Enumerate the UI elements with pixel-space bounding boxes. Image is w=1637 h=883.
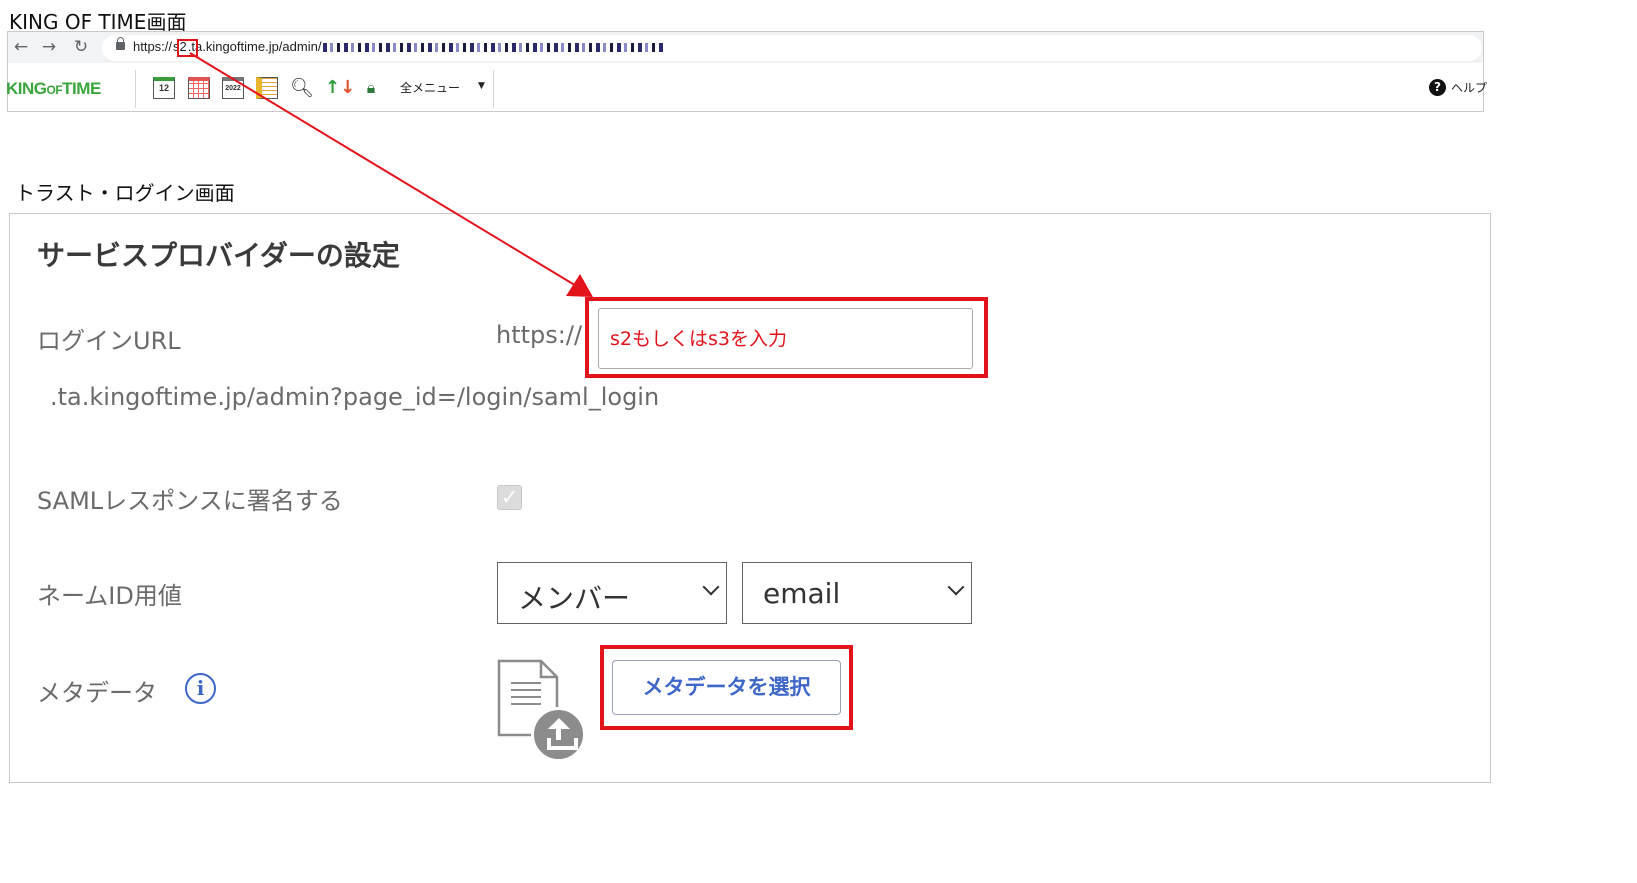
- chevron-down-icon: [702, 578, 720, 596]
- input-highlight-box: [585, 297, 988, 378]
- login-url-label: ログインURL: [37, 327, 181, 355]
- login-url-suffix: .ta.kingoftime.jp/admin?page_id=/login/s…: [50, 383, 660, 411]
- calendar-2022-icon[interactable]: 2022: [222, 77, 244, 99]
- chevron-down-icon: [947, 578, 965, 596]
- kot-toolbar: KINGOFTIME 12 2022 🔍︎ ↑↓ 🔒︎ 全メニュー ▼ ? ヘル…: [6, 65, 1487, 112]
- calendar-grid-icon[interactable]: [188, 77, 210, 99]
- lock-icon: [116, 37, 125, 50]
- sheet-icon[interactable]: [256, 77, 278, 99]
- info-icon[interactable]: i: [185, 673, 216, 704]
- help-icon[interactable]: ?: [1429, 79, 1446, 96]
- address-bar: ← → ↻ https://s2.ta.kingoftime.jp/admin/: [8, 32, 1483, 63]
- logo-time: TIME: [62, 79, 101, 98]
- calendar-12-icon[interactable]: 12: [153, 77, 175, 99]
- redacted-url-part: [323, 43, 664, 53]
- toolbar-divider: [135, 70, 136, 108]
- url-text: https://s2.ta.kingoftime.jp/admin/: [133, 39, 664, 54]
- upload-arrow-stem: [556, 726, 561, 740]
- name-id-type-select[interactable]: メンバー: [497, 562, 727, 624]
- select-value: メンバー: [518, 582, 631, 615]
- subdomain-highlight-box: [177, 39, 198, 57]
- toolbar-divider: [493, 70, 494, 108]
- button-highlight-box: [600, 645, 853, 730]
- browser-window: ← → ↻ https://s2.ta.kingoftime.jp/admin/…: [6, 31, 1487, 112]
- trust-login-caption: トラスト・ログイン画面: [15, 181, 235, 205]
- help-link[interactable]: ヘルプ: [1451, 79, 1487, 96]
- logo-of: OF: [46, 83, 63, 97]
- transfer-arrows-icon[interactable]: ↑↓: [325, 77, 355, 99]
- name-id-field-select[interactable]: email: [742, 562, 972, 624]
- search-person-icon[interactable]: 🔍︎: [290, 77, 314, 99]
- lock-settings-icon[interactable]: 🔒︎: [360, 77, 382, 99]
- login-url-prefix: https://: [496, 321, 583, 349]
- all-menu-link[interactable]: 全メニュー: [400, 79, 460, 96]
- forward-arrow-icon[interactable]: →: [38, 36, 60, 58]
- name-id-label: ネームID用値: [37, 582, 182, 610]
- panel-title: サービスプロバイダーの設定: [37, 239, 400, 272]
- saml-sign-label: SAMLレスポンスに署名する: [37, 487, 343, 515]
- logo-king: KING: [6, 79, 47, 98]
- metadata-label: メタデータ: [37, 679, 157, 707]
- kot-logo[interactable]: KINGOFTIME: [6, 79, 101, 99]
- url-protocol: https://: [133, 39, 173, 54]
- reload-icon[interactable]: ↻: [70, 36, 92, 58]
- chevron-down-icon[interactable]: ▼: [478, 81, 485, 91]
- saml-sign-checkbox[interactable]: ✓: [497, 485, 522, 510]
- select-value: email: [763, 577, 841, 610]
- back-arrow-icon[interactable]: ←: [10, 36, 32, 58]
- url-rest: .ta.kingoftime.jp/admin/: [187, 39, 322, 54]
